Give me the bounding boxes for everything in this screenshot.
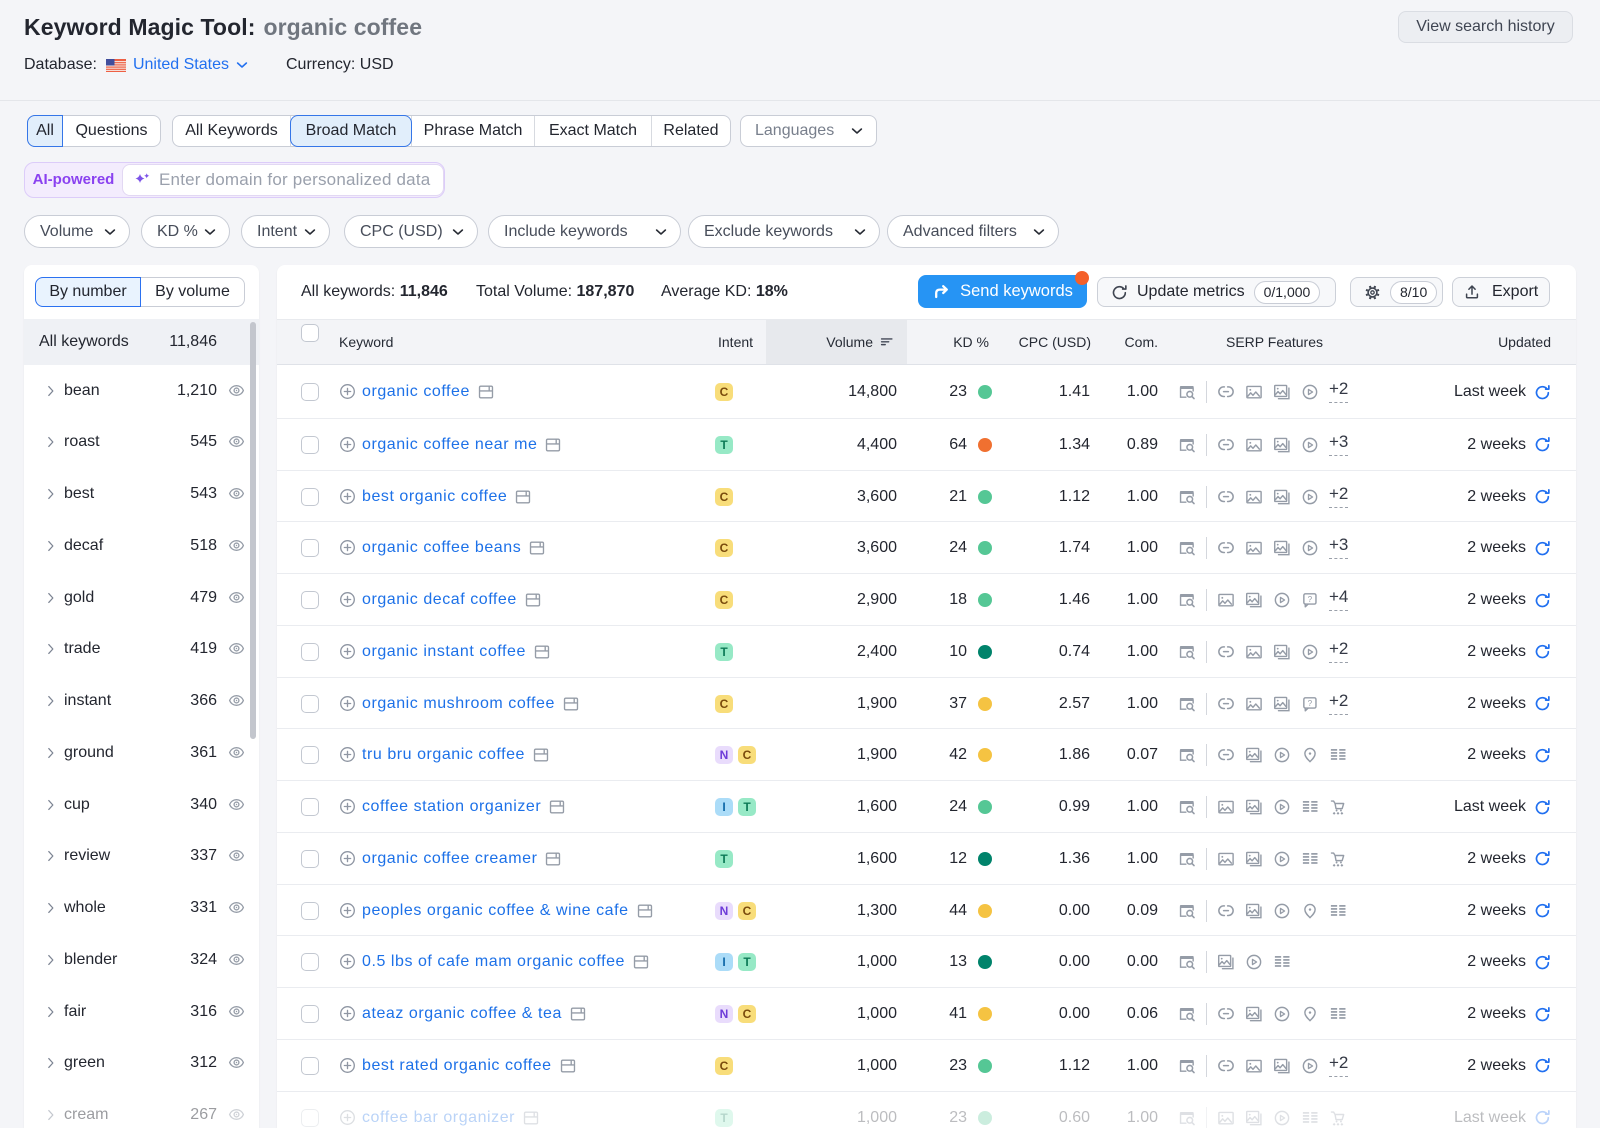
- svg-text:?: ?: [1308, 698, 1313, 707]
- svg-text:?: ?: [1308, 595, 1313, 604]
